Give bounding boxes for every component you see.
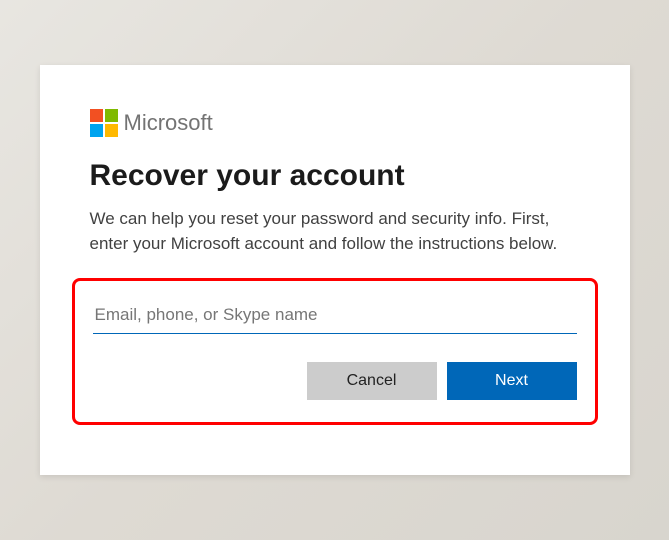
page-title: Recover your account — [90, 159, 580, 193]
microsoft-logo-icon — [90, 109, 118, 137]
account-input[interactable] — [93, 299, 577, 334]
form-highlight-box: Cancel Next — [72, 278, 598, 425]
brand-name: Microsoft — [124, 110, 213, 136]
button-row: Cancel Next — [93, 362, 577, 400]
page-description: We can help you reset your password and … — [90, 207, 580, 256]
recover-account-card: Microsoft Recover your account We can he… — [40, 65, 630, 475]
brand-header: Microsoft — [90, 109, 580, 137]
next-button[interactable]: Next — [447, 362, 577, 400]
cancel-button[interactable]: Cancel — [307, 362, 437, 400]
